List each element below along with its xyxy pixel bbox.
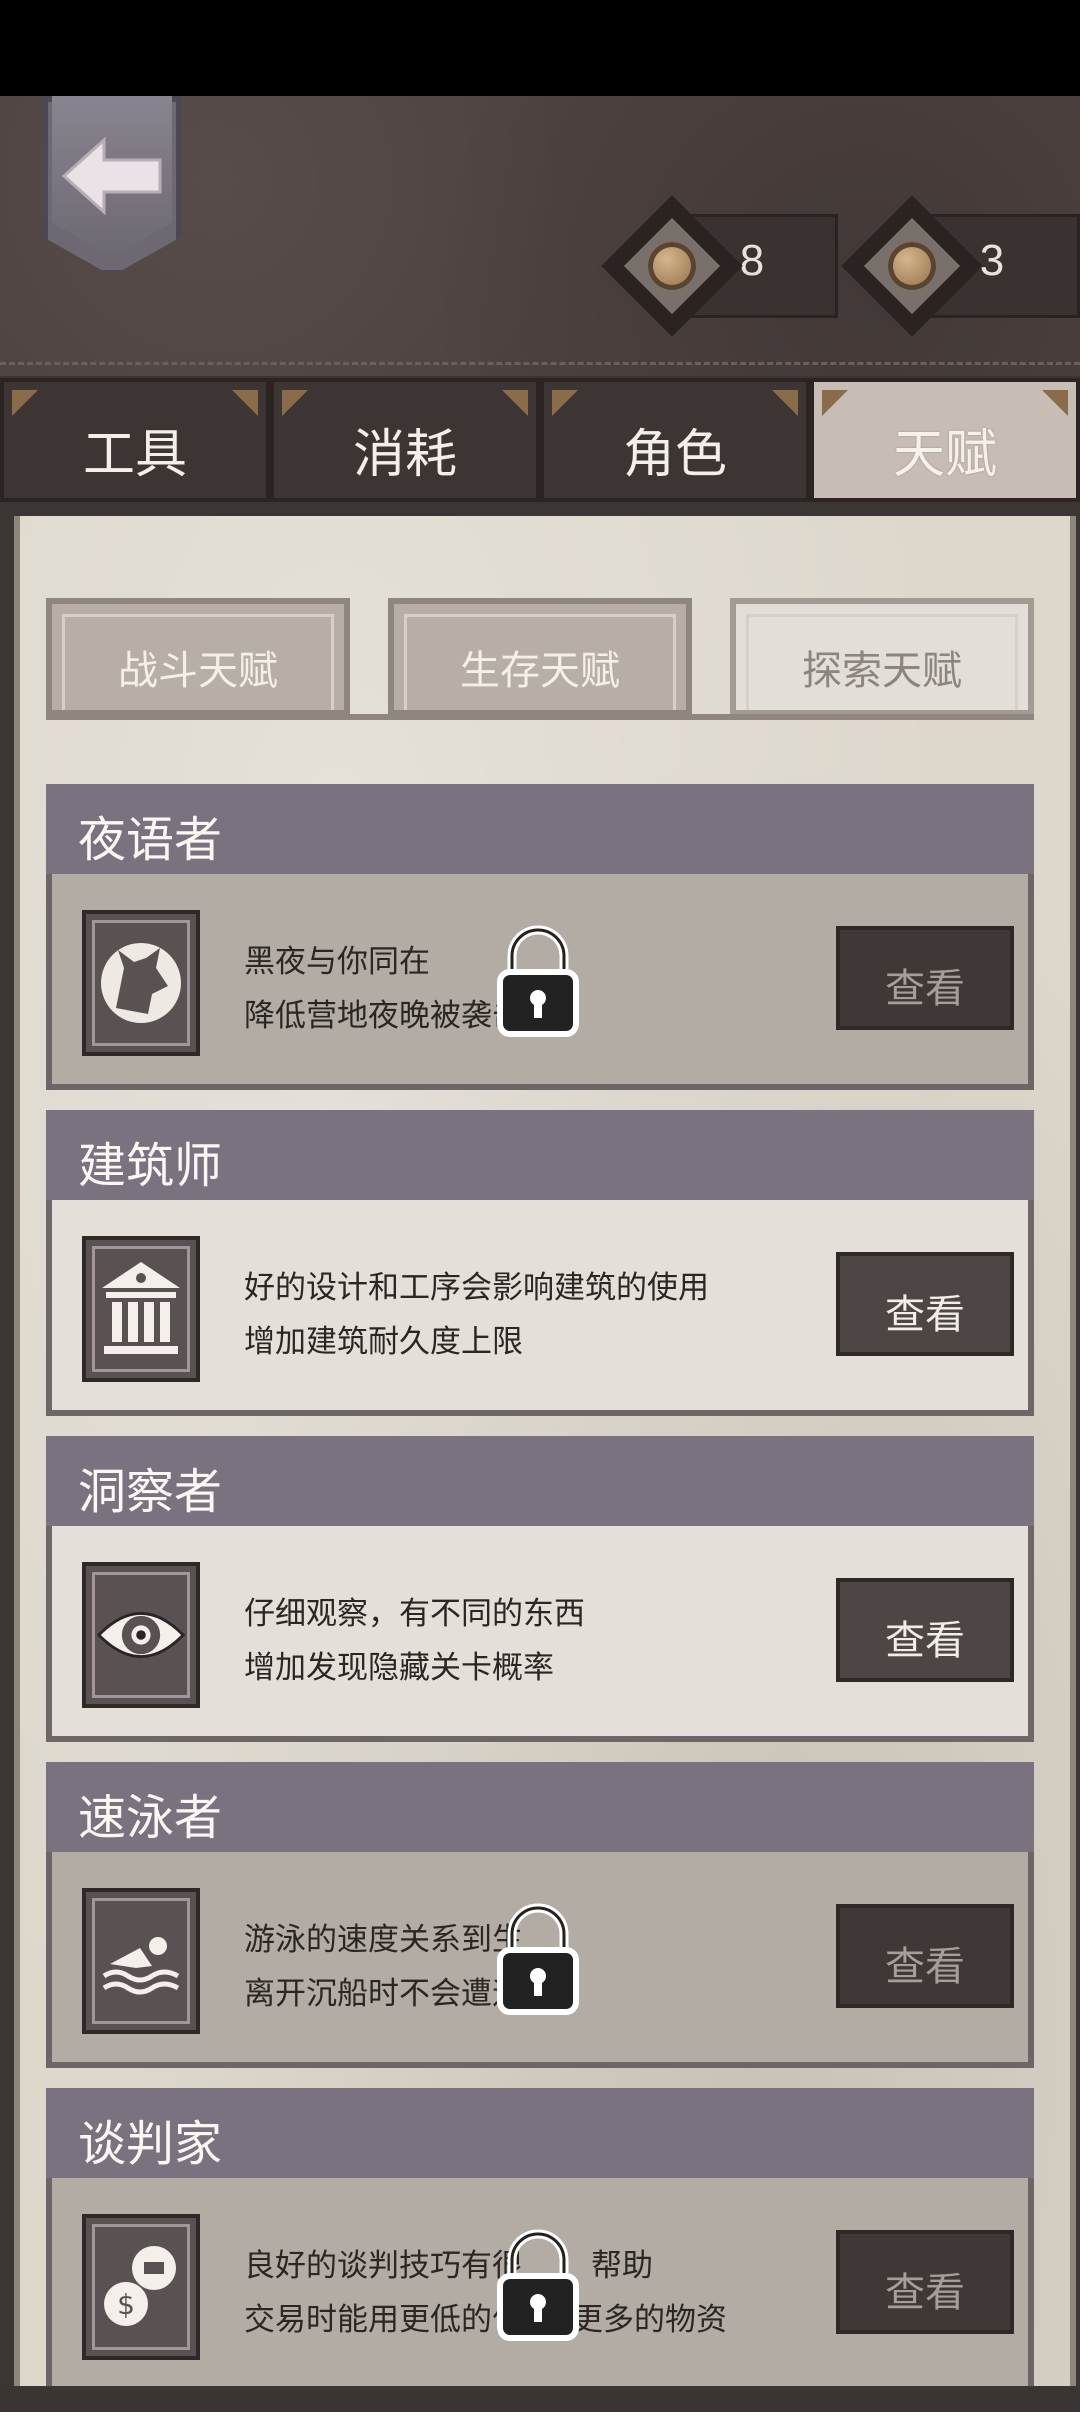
talent-description-line1-end: 帮助 bbox=[591, 2248, 653, 2284]
view-button[interactable]: 查看 bbox=[836, 1252, 1014, 1356]
talent-description-line1: 仔细观察，有不同的东西 bbox=[244, 1596, 585, 1632]
currency-1: 8 bbox=[601, 195, 838, 337]
view-button[interactable]: 查看 bbox=[836, 926, 1014, 1030]
subtab-label: 生存天赋 bbox=[460, 648, 620, 694]
talent-description-line1: 好的设计和工序会影响建筑的使用 bbox=[244, 1270, 709, 1306]
talent-description-line2: 增加建筑耐久度上限 bbox=[244, 1324, 523, 1360]
talent-icon-frame: $ bbox=[82, 2214, 200, 2360]
subtab-exploration-talents[interactable]: 探索天赋 bbox=[730, 598, 1034, 716]
tab-label: 天赋 bbox=[892, 425, 997, 485]
view-button[interactable]: 查看 bbox=[836, 1904, 1014, 2008]
talent-title: 建筑师 bbox=[78, 1138, 223, 1194]
view-button-label: 查看 bbox=[885, 2270, 965, 2316]
talent-description-line1: 良好的谈判技巧有很 帮助 bbox=[244, 2240, 653, 2285]
tab-consumables[interactable]: 消耗 bbox=[270, 378, 540, 502]
tab-label: 角色 bbox=[622, 425, 727, 485]
talent-title-bar: 谈判家 bbox=[46, 2088, 1034, 2178]
talent-icon-frame bbox=[82, 1236, 200, 1382]
talent-card-night-whisperer: 夜语者 黑夜与你同在 降低营地夜晚被袭击 查看 bbox=[46, 784, 1034, 1090]
coin-icon bbox=[648, 242, 696, 290]
talent-title-bar: 夜语者 bbox=[46, 784, 1034, 874]
bottom-frame-strip bbox=[0, 2386, 1080, 2412]
subtab-label: 战斗天赋 bbox=[118, 648, 278, 694]
subtab-combat-talents[interactable]: 战斗天赋 bbox=[46, 598, 350, 716]
talent-description-line1-start: 良好的谈判技巧有很 bbox=[244, 2248, 523, 2284]
swimmer-icon bbox=[102, 1937, 180, 1995]
view-button-label: 查看 bbox=[885, 966, 965, 1012]
building-icon bbox=[102, 1262, 180, 1354]
subtab-divider bbox=[46, 714, 1034, 720]
tab-tools[interactable]: 工具 bbox=[0, 378, 270, 502]
subtab-survival-talents[interactable]: 生存天赋 bbox=[388, 598, 692, 716]
subtab-label: 探索天赋 bbox=[802, 648, 962, 694]
talent-description-line2: 降低营地夜晚被袭击 bbox=[244, 998, 523, 1034]
status-bar bbox=[0, 0, 1080, 96]
talent-icon-inner bbox=[92, 1246, 190, 1372]
talent-card-negotiator: 谈判家 $ 良好的谈判技巧有很 帮助 交易时能用更低的价 取更多的物资 查看 bbox=[46, 2088, 1034, 2394]
talent-icon-frame bbox=[82, 1562, 200, 1708]
talent-icon-inner bbox=[92, 1572, 190, 1698]
talent-description-line2: 增加发现隐藏关卡概率 bbox=[244, 1650, 554, 1686]
svg-text:$: $ bbox=[117, 2288, 135, 2321]
talent-icon-inner bbox=[92, 1898, 190, 2024]
talent-icon-frame bbox=[82, 910, 200, 1056]
talent-card-observer: 洞察者 仔细观察，有不同的东西 增加发现隐藏关卡概率 查看 bbox=[46, 1436, 1034, 1742]
talent-icon-frame bbox=[82, 1888, 200, 2034]
eye-icon bbox=[96, 1612, 186, 1658]
talent-description-line2: 交易时能用更低的价 取更多的物资 bbox=[244, 2294, 727, 2339]
lock-icon bbox=[497, 925, 579, 1037]
tab-characters[interactable]: 角色 bbox=[540, 378, 810, 502]
talent-title: 谈判家 bbox=[78, 2116, 223, 2172]
talent-title: 速泳者 bbox=[78, 1790, 223, 1846]
lock-icon bbox=[497, 2229, 579, 2341]
talent-title: 洞察者 bbox=[78, 1464, 223, 1520]
currency-2: 3 bbox=[841, 195, 1080, 337]
header-stitch bbox=[0, 362, 1080, 365]
talent-description-line2: 离开沉船时不会遭遇 bbox=[244, 1976, 523, 2012]
coin-icon bbox=[888, 242, 936, 290]
tab-label: 消耗 bbox=[352, 425, 457, 485]
talent-body: 仔细观察，有不同的东西 增加发现隐藏关卡概率 查看 bbox=[46, 1526, 1034, 1742]
talent-body: 好的设计和工序会影响建筑的使用 增加建筑耐久度上限 查看 bbox=[46, 1200, 1034, 1416]
talent-card-architect: 建筑师 好的设计和工序会影响建筑的使用 增加建筑耐久度上限 查看 bbox=[46, 1110, 1034, 1416]
trade-icon: $ bbox=[104, 2246, 176, 2326]
view-button-label: 查看 bbox=[885, 1292, 965, 1338]
talent-title-bar: 速泳者 bbox=[46, 1762, 1034, 1852]
category-tabs: 工具 消耗 角色 天赋 bbox=[0, 378, 1080, 502]
view-button-label: 查看 bbox=[885, 1618, 965, 1664]
back-arrow-icon bbox=[61, 136, 162, 216]
talent-description-line1: 黑夜与你同在 bbox=[244, 944, 430, 980]
talent-icon-inner: $ bbox=[92, 2224, 190, 2350]
talent-title-bar: 建筑师 bbox=[46, 1110, 1034, 1200]
tab-label: 工具 bbox=[82, 425, 187, 485]
view-button[interactable]: 查看 bbox=[836, 2230, 1014, 2334]
talent-description-line2-start: 交易时能用更低的价 bbox=[244, 2302, 523, 2338]
view-button-label: 查看 bbox=[885, 1944, 965, 1990]
view-button[interactable]: 查看 bbox=[836, 1578, 1014, 1682]
talent-description-line1: 游泳的速度关系到生 bbox=[244, 1922, 523, 1958]
talent-title-bar: 洞察者 bbox=[46, 1436, 1034, 1526]
talent-card-fast-swimmer: 速泳者 游泳的速度关系到生 离开沉船时不会遭遇 查看 bbox=[46, 1762, 1034, 2068]
talent-icon-inner bbox=[92, 920, 190, 1046]
tab-talents[interactable]: 天赋 bbox=[810, 378, 1080, 502]
wolf-icon bbox=[101, 943, 181, 1023]
talent-title: 夜语者 bbox=[78, 812, 223, 868]
lock-icon bbox=[497, 1903, 579, 2015]
